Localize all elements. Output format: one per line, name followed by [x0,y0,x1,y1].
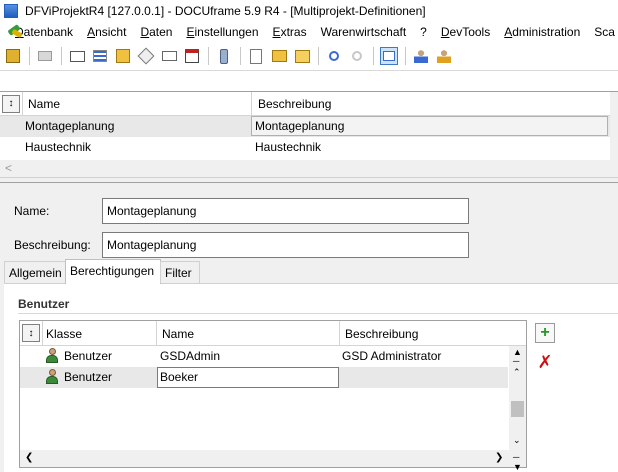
column-header-klasse[interactable]: Klasse [46,327,82,341]
cell-klasse: Benutzer [64,349,113,363]
cell-name: Boeker [160,370,199,384]
menu-warenwirtschaft[interactable]: Warenwirtschaft [314,25,414,39]
sort-toggle-icon[interactable]: ↕ [2,95,20,113]
tag-icon[interactable] [137,47,155,65]
menu-administration[interactable]: Administration [497,25,587,39]
benutzer-grid-header: ↕ Klasse Name Beschreibung [20,321,526,346]
column-divider [156,321,157,346]
splitter[interactable] [0,182,618,183]
menu-daten[interactable]: Daten [133,25,179,39]
remove-user-button[interactable]: ✗ [535,352,555,372]
toolbar-separator [61,47,62,65]
window-title: DFViProjektR4 [127.0.0.1] - DOCUframe 5.… [25,4,426,18]
table-row[interactable]: Haustechnik Haustechnik [0,137,610,158]
column-header-beschreibung[interactable]: Beschreibung [345,327,418,341]
scroll-top-icon[interactable]: ▲ ─ [513,348,522,366]
toolbar [0,42,618,70]
table-row[interactable]: Benutzer GSDAdmin GSD Administrator [20,346,508,367]
tab-allgemein[interactable]: Allgemein [4,261,66,283]
card-icon[interactable] [68,47,86,65]
title-bar: DFViProjektR4 [127.0.0.1] - DOCUframe 5.… [0,0,618,22]
name-label: Name: [14,204,50,218]
projects-grid-header: ↕ Name Beschreibung [0,92,610,116]
delete-x-icon: ✗ [537,352,553,372]
column-divider [251,92,252,116]
menu-sca[interactable]: Sca [587,25,618,39]
app-icon [4,4,18,18]
column-header-beschreibung[interactable]: Beschreibung [258,97,331,111]
name-field[interactable]: Montageplanung [102,198,469,224]
cell-name: Montageplanung [25,119,115,133]
projects-grid: ↕ Name Beschreibung Montageplanung Monta… [0,92,610,162]
print-icon[interactable] [36,47,54,65]
menu-help[interactable]: ? [413,25,434,39]
menu-ansicht[interactable]: Ansicht [80,25,133,39]
scroll-thumb[interactable] [511,401,524,417]
scroll-left-icon[interactable]: < [5,161,12,175]
toolbar-separator [208,47,209,65]
menu-extras[interactable]: Extras [266,25,314,39]
list-icon[interactable] [91,47,109,65]
scroll-bottom-icon[interactable]: ─ ▼ [513,452,522,472]
menu-bar: Datenbank Ansicht Daten Einstellungen Ex… [0,22,618,42]
tab-filter[interactable]: Filter [160,261,200,283]
user-icon [44,369,60,385]
column-header-name[interactable]: Name [28,97,60,111]
filter-strip [0,70,618,92]
scroll-up-icon[interactable]: ⌃ [513,367,521,378]
cell-klasse: Benutzer [64,370,113,384]
scroll-down-icon[interactable]: ⌄ [513,435,521,446]
view-icon[interactable] [380,47,398,65]
benutzer-grid: ↕ Klasse Name Beschreibung Benutzer GSDA… [19,320,527,472]
document-icon[interactable] [247,47,265,65]
users-icon[interactable] [412,47,430,65]
cell-name: GSDAdmin [160,349,221,363]
tab-berechtigungen[interactable]: Berechtigungen [65,259,161,284]
toolbar-separator [318,47,319,65]
cell-beschreibung: Haustechnik [255,140,322,154]
new-icon[interactable] [4,47,22,65]
scroll-left-icon[interactable]: ❮ [25,452,33,463]
beschreibung-field[interactable]: Montageplanung [102,232,469,258]
folder-open-icon[interactable] [270,47,288,65]
table-row[interactable]: Montageplanung Montageplanung [0,116,610,137]
horizontal-scrollbar[interactable]: < [0,160,618,178]
group-title-benutzer: Benutzer [18,297,70,311]
phone-icon[interactable] [215,47,233,65]
search-disabled-icon [348,47,366,65]
cell-beschreibung: GSD Administrator [342,349,442,363]
add-user-button[interactable]: + [535,323,555,343]
cell-name: Haustechnik [25,140,92,154]
user-edit-icon[interactable] [435,47,453,65]
cell-beschreibung: Montageplanung [255,119,345,133]
user-icon [44,348,60,364]
search-icon[interactable] [325,47,343,65]
menu-einstellungen[interactable]: Einstellungen [179,25,265,39]
column-divider [339,321,340,346]
horizontal-scrollbar[interactable]: ❮ ❯ ─ ▼ [20,450,526,472]
group-divider [18,313,618,314]
vertical-scrollbar[interactable]: ▲ ─ ⌃ ⌄ [509,346,526,450]
calendar-icon[interactable] [183,47,201,65]
menu-devtools[interactable]: DevTools [434,25,497,39]
folder-doc-icon[interactable] [293,47,311,65]
column-header-name[interactable]: Name [162,327,194,341]
toolbar-separator [405,47,406,65]
table-row[interactable]: Benutzer Boeker [20,367,508,388]
envelope-icon[interactable] [160,47,178,65]
scroll-right-icon[interactable]: ❯ [495,452,503,463]
sort-toggle-icon[interactable]: ↕ [22,324,40,342]
toolbar-separator [240,47,241,65]
beschreibung-label: Beschreibung: [14,238,91,252]
column-divider [22,92,23,116]
plus-icon: + [540,324,550,341]
toolbar-separator [373,47,374,65]
toolbar-separator [29,47,30,65]
folder-icon[interactable] [114,47,132,65]
column-divider [42,321,43,346]
